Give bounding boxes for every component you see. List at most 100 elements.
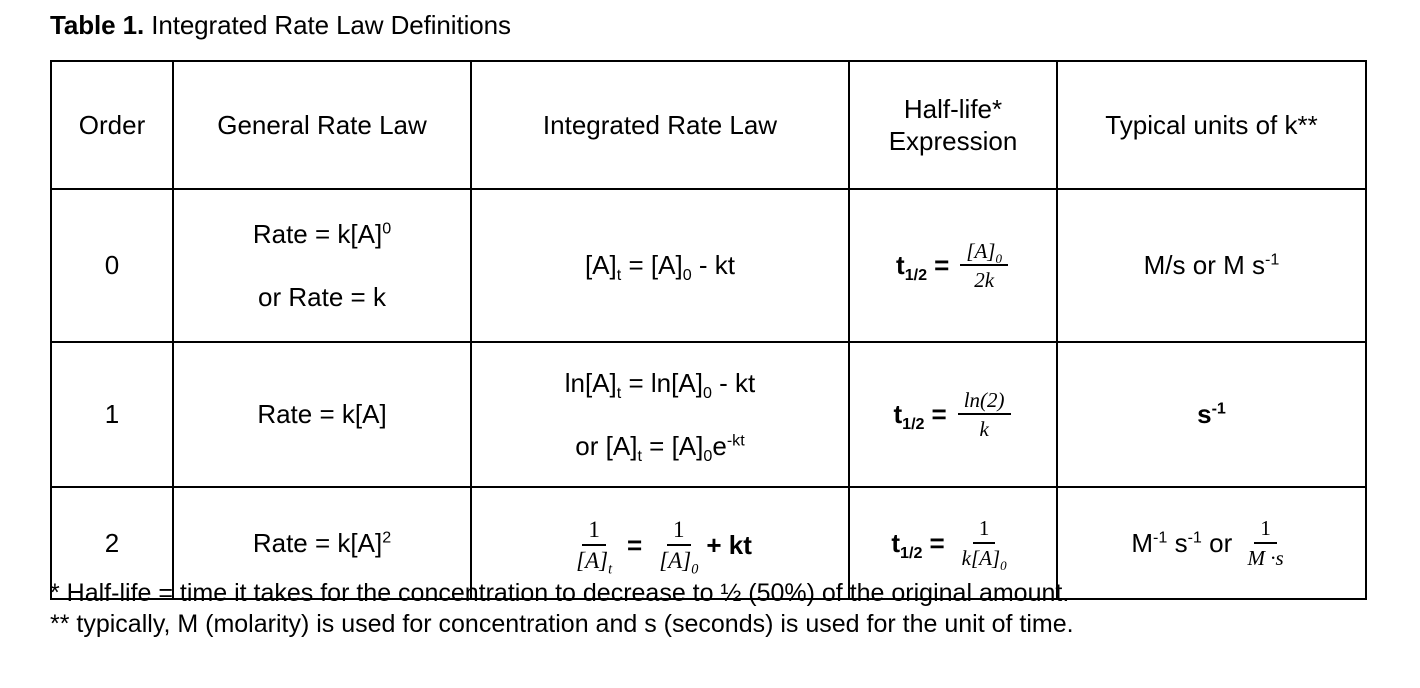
t-half-subscript: 1/2: [900, 543, 923, 562]
minus-sign: -: [719, 368, 728, 398]
m-symbol: M: [1131, 527, 1153, 558]
general-rate-law-1: Rate = k[A]: [180, 398, 464, 431]
fraction-denominator: k[A]0: [956, 544, 1013, 573]
m-per-s: M/s: [1143, 250, 1186, 281]
cell-order-0: 0: [50, 188, 174, 343]
s-symbol: s: [1174, 527, 1188, 558]
integrated-rate-law-2: 1 [A]t = 1 [A]0 + kt: [568, 517, 752, 578]
fraction-numerator: ln(2): [957, 388, 1011, 415]
rate-word: Rate: [252, 527, 308, 558]
cell-units-0: M/s or M s-1: [1056, 188, 1367, 343]
fraction-numerator: 1: [582, 517, 606, 546]
denominator-text: k[A]: [961, 545, 1001, 570]
kt-symbol: kt: [714, 250, 736, 281]
t-half-subscript: 1/2: [902, 415, 925, 434]
denominator-subscript: 0: [1000, 557, 1007, 573]
equals-sign: =: [929, 527, 945, 558]
fraction-denominator: M ·s: [1247, 545, 1284, 570]
header-cell-half-life: Half-life* Expression: [848, 60, 1058, 190]
t-letter: t: [896, 250, 905, 281]
rate-word: Rate: [252, 219, 308, 249]
or-word: or: [575, 430, 599, 461]
t-letter: t: [891, 527, 901, 558]
integrated-rate-law-table: Order General Rate Law Integrated Rate L…: [50, 60, 1367, 600]
subscript-t: t: [616, 384, 622, 403]
exponent-neg1: -1: [1187, 528, 1202, 547]
equals-sign: =: [931, 399, 947, 430]
footnote-units: ** typically, M (molarity) is used for c…: [50, 610, 1074, 638]
plus-kt: + kt: [706, 529, 752, 562]
or-word: or: [1209, 527, 1233, 558]
table-figure-page: Table 1. Integrated Rate Law Definitions…: [0, 0, 1420, 688]
equals-sign: =: [350, 281, 366, 312]
general-rate-law-0-line1: Rate = k[A]0: [180, 218, 464, 251]
exponent-neg-kt: -kt: [726, 430, 745, 449]
bracket-a: [A]: [584, 368, 617, 398]
table-caption: Table 1. Integrated Rate Law Definitions: [50, 8, 511, 42]
general-rate-law-0-line2: or Rate = k: [180, 281, 464, 314]
header-units-label: Typical units of k**: [1105, 109, 1318, 140]
t-half-subscript: 1/2: [904, 266, 928, 285]
cell-integrated-rate-law-0: [A]t = [A]0 - kt: [470, 188, 850, 343]
table-row: 0 Rate = k[A]0 or Rate = k [A]t = [A]0 -…: [50, 188, 1367, 343]
exponent-neg1: -1: [1265, 250, 1280, 269]
bracket-a: [A]: [354, 399, 387, 430]
integrated-rate-law-1-line2: or [A]t = [A]0e-kt: [478, 430, 842, 465]
subscript-0: 0: [691, 561, 699, 578]
footnote-half-life: * Half-life = time it takes for the conc…: [50, 579, 1070, 607]
t-half-label: t1/2: [893, 398, 925, 434]
cell-half-life-1: t1/2 = ln(2) k: [848, 341, 1058, 488]
bracket-a: [A]: [350, 527, 383, 558]
cell-general-rate-law-1: Rate = k[A]: [172, 341, 472, 488]
header-cell-integrated-rate-law: Integrated Rate Law: [470, 60, 850, 190]
fraction-numerator: 1: [667, 517, 691, 546]
kt-symbol: kt: [735, 368, 756, 398]
order-value-1: 1: [104, 399, 120, 430]
fraction-numerator: [A]0: [960, 239, 1008, 266]
subscript-t: t: [608, 561, 613, 578]
or-word: or: [1192, 250, 1216, 281]
cell-units-1: s-1: [1056, 341, 1367, 488]
table-caption-label: Table 1.: [50, 10, 145, 40]
table-caption-text: Integrated Rate Law Definitions: [144, 10, 511, 40]
fraction-numerator: 1: [1254, 516, 1277, 544]
subscript-t: t: [616, 266, 622, 285]
fraction-half-life-2: 1 k[A]0: [956, 516, 1013, 573]
kt-symbol: kt: [728, 530, 752, 561]
fraction-one-over-a-t: 1 [A]t: [570, 517, 618, 578]
header-integrated-rate-law-label: Integrated Rate Law: [542, 109, 778, 140]
equals-sign: =: [319, 399, 335, 430]
t-half-label: t1/2: [891, 527, 923, 562]
ln-symbol: ln: [564, 368, 585, 398]
numerator-text: [A]: [966, 238, 996, 263]
table-header-row: Order General Rate Law Integrated Rate L…: [50, 60, 1367, 190]
units-2: M-1 s-1 or 1 M ·s: [1131, 516, 1291, 569]
bracket-a: [A]: [576, 548, 609, 573]
e-symbol: e: [712, 430, 727, 461]
header-cell-units: Typical units of k**: [1056, 60, 1367, 190]
subscript-0: 0: [682, 266, 692, 285]
subscript-0: 0: [702, 384, 712, 403]
t-letter: t: [893, 399, 903, 430]
k-symbol: k: [341, 399, 355, 430]
header-cell-order: Order: [50, 60, 174, 190]
k-symbol: k: [337, 219, 351, 249]
bracket-a: [A]: [650, 250, 683, 281]
equals-sign: =: [314, 219, 331, 249]
cell-half-life-0: t1/2 = [A]0 2k: [848, 188, 1058, 343]
exponent-0: 0: [382, 219, 392, 238]
header-half-life-line2: Expression: [888, 126, 1018, 156]
rate-word: Rate: [257, 399, 313, 430]
fraction-half-life-0: [A]0 2k: [960, 239, 1008, 292]
subscript-t: t: [637, 446, 642, 465]
fraction-half-life-1: ln(2) k: [957, 388, 1011, 441]
equals-sign: =: [628, 250, 644, 281]
fraction-one-over-a-0: 1 [A]0: [653, 517, 704, 578]
k-symbol: k: [337, 527, 351, 558]
header-cell-general-rate-law: General Rate Law: [172, 60, 472, 190]
equals-sign: =: [314, 527, 331, 558]
equals-sign: =: [628, 368, 644, 398]
order-value-0: 0: [104, 250, 120, 281]
exponent-neg1: -1: [1211, 399, 1226, 418]
cell-general-rate-law-0: Rate = k[A]0 or Rate = k: [172, 188, 472, 343]
